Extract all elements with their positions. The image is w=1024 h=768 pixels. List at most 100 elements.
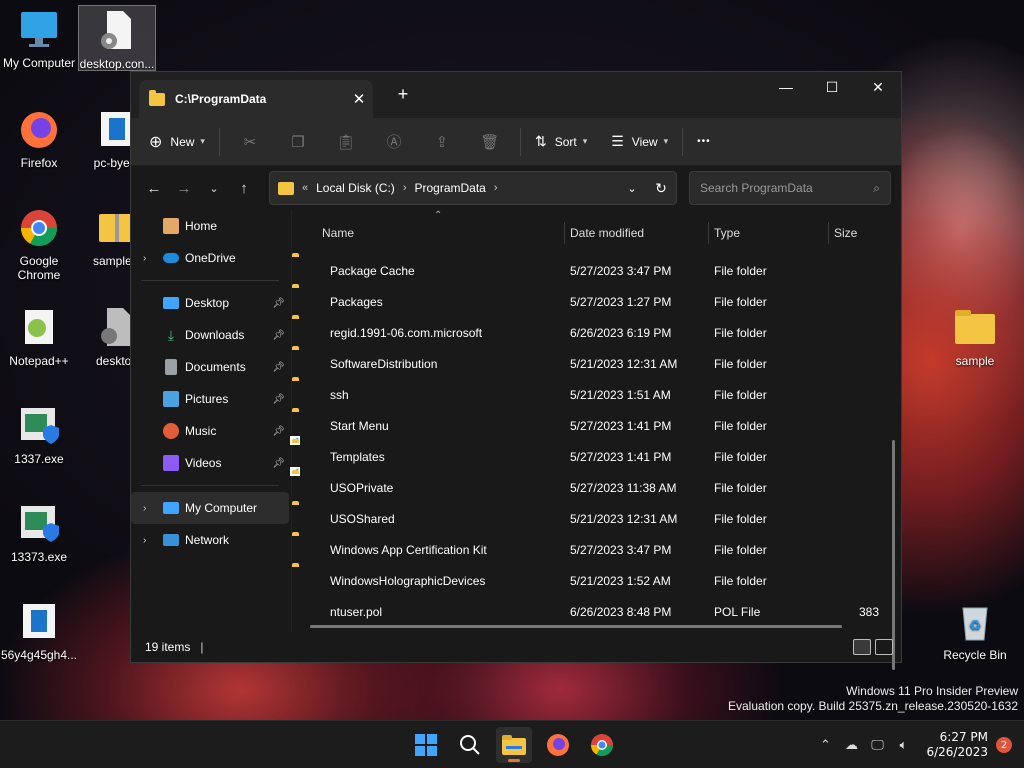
delete-icon[interactable]: 🗑︎: [474, 126, 506, 158]
column-divider[interactable]: [708, 222, 709, 244]
table-row[interactable]: SoftwareDistribution 5/21/2023 12:31 AM …: [292, 349, 901, 380]
sidebar-item-my-computer[interactable]: › My Computer: [131, 492, 289, 524]
table-row[interactable]: USOPrivate 5/27/2023 11:38 AM File folde…: [292, 473, 901, 504]
search-input[interactable]: Search ProgramData: [700, 181, 873, 195]
tab-close-button[interactable]: ✕: [345, 90, 373, 108]
sidebar-item-home[interactable]: Home: [131, 210, 289, 242]
desktop-icon-13373-exe[interactable]: 13373.exe: [0, 502, 78, 564]
horizontal-scrollbar[interactable]: [310, 625, 842, 628]
desktop-icon-notepadpp[interactable]: Notepad++: [0, 306, 78, 368]
recent-locations-chevron-icon[interactable]: ⌄: [199, 182, 229, 195]
table-row[interactable]: Windows App Certification Kit 5/27/2023 …: [292, 535, 901, 566]
table-row[interactable]: regid.1991-06.com.microsoft 6/26/2023 6:…: [292, 318, 901, 349]
column-header-date-modified[interactable]: Date modified: [570, 226, 644, 240]
sidebar-item-label: Pictures: [185, 392, 229, 406]
refresh-icon[interactable]: ↻: [646, 180, 676, 197]
table-row[interactable]: USOShared 5/21/2023 12:31 AM File folder: [292, 504, 901, 535]
column-header-name[interactable]: Name: [322, 226, 354, 240]
pin-icon[interactable]: 📌︎: [272, 426, 285, 437]
minimize-button[interactable]: —: [763, 72, 809, 102]
pin-icon[interactable]: 📌︎: [272, 362, 285, 373]
title-bar[interactable]: C:\ProgramData ✕ + — ☐ ✕: [131, 72, 901, 118]
address-bar[interactable]: « Local Disk (C:) › ProgramData › ⌄ ↻: [269, 171, 677, 205]
large-icons-view-icon[interactable]: [875, 639, 893, 655]
chevron-up-icon[interactable]: ⌃: [812, 738, 838, 753]
expand-chevron-icon[interactable]: ›: [143, 503, 146, 514]
sidebar-item-label: Network: [185, 533, 230, 547]
details-view-icon[interactable]: [853, 639, 871, 655]
firefox-icon[interactable]: [540, 727, 576, 763]
share-icon[interactable]: ⇪: [426, 126, 458, 158]
search-box[interactable]: Search ProgramData ⌕: [689, 171, 891, 205]
onedrive-offline-icon[interactable]: ☁: [838, 738, 864, 753]
column-header-size[interactable]: Size: [834, 226, 857, 240]
pin-icon[interactable]: 📌︎: [272, 394, 285, 405]
breadcrumb-local-disk[interactable]: Local Disk (C:): [316, 181, 395, 195]
file-date: 5/21/2023 12:31 AM: [570, 357, 678, 371]
desktop-icon-firefox[interactable]: Firefox: [0, 108, 78, 170]
sidebar-item-desktop[interactable]: Desktop 📌︎: [131, 287, 289, 319]
desktop-icon-label: 1337.exe: [14, 452, 64, 466]
paste-icon[interactable]: 📋︎: [330, 126, 362, 158]
sidebar-item-network[interactable]: › Network: [131, 524, 289, 556]
column-header-type[interactable]: Type: [714, 226, 740, 240]
table-row[interactable]: ntuser.pol 6/26/2023 8:48 PM POL File 38…: [292, 597, 901, 628]
rename-icon[interactable]: Ⓐ: [378, 126, 410, 158]
sort-button[interactable]: ⇅ Sort ▾: [527, 126, 595, 158]
desktop-icon-desktop-config[interactable]: desktop.con...: [78, 5, 156, 71]
desktop-icon-recycle-bin[interactable]: ♻ Recycle Bin: [936, 600, 1014, 662]
network-icon[interactable]: 🖵︎: [864, 738, 890, 753]
table-row[interactable]: Packages 5/27/2023 1:27 PM File folder: [292, 287, 901, 318]
view-button[interactable]: ☰ View ▾: [603, 126, 676, 158]
desktop-icon-label: sample: [955, 354, 995, 368]
table-row[interactable]: Package Cache 5/27/2023 3:47 PM File fol…: [292, 256, 901, 287]
table-row[interactable]: Start Menu 5/27/2023 1:41 PM File folder: [292, 411, 901, 442]
pin-icon[interactable]: 📌︎: [272, 330, 285, 341]
more-options-button[interactable]: •••: [689, 126, 719, 158]
desktop-icon-sample-folder[interactable]: sample: [936, 306, 1014, 368]
pin-icon[interactable]: 📌︎: [272, 298, 285, 309]
cut-icon[interactable]: ✂: [234, 126, 266, 158]
sidebar-item-pictures[interactable]: Pictures 📌︎: [131, 383, 289, 415]
file-type: File folder: [714, 512, 767, 526]
up-arrow-icon[interactable]: ↑: [229, 180, 259, 197]
view-icon: ☰: [611, 133, 624, 149]
new-tab-button[interactable]: +: [393, 84, 413, 105]
tab-programdata[interactable]: C:\ProgramData ✕: [139, 80, 373, 118]
file-explorer-icon[interactable]: [496, 727, 532, 763]
overflow-breadcrumb[interactable]: «: [302, 182, 308, 194]
close-button[interactable]: ✕: [855, 72, 901, 102]
start-icon[interactable]: [408, 727, 444, 763]
sidebar-item-documents[interactable]: Documents 📌︎: [131, 351, 289, 383]
expand-chevron-icon[interactable]: ›: [143, 253, 146, 264]
chrome-icon[interactable]: [584, 727, 620, 763]
desktop-icon-56y4g45gh4[interactable]: 56y4g45gh4...: [0, 600, 78, 662]
volume-icon[interactable]: 🔈︎: [890, 738, 916, 753]
sidebar-item-music[interactable]: Music 📌︎: [131, 415, 289, 447]
sidebar-item-onedrive[interactable]: › OneDrive: [131, 242, 289, 274]
clock[interactable]: 6:27 PM 6/26/2023: [926, 730, 988, 760]
column-divider[interactable]: [564, 222, 565, 244]
pin-icon[interactable]: 📌︎: [272, 458, 285, 469]
sort-icon: ⇅: [534, 133, 547, 149]
notification-badge[interactable]: 2: [996, 737, 1012, 753]
copy-icon[interactable]: ❐: [282, 126, 314, 158]
file-name: Templates: [330, 450, 385, 464]
new-button[interactable]: ⊕ New ▾: [141, 126, 213, 158]
address-history-chevron-icon[interactable]: ⌄: [618, 182, 646, 195]
forward-arrow-icon[interactable]: →: [169, 180, 199, 197]
column-divider[interactable]: [828, 222, 829, 244]
sidebar-item-videos[interactable]: Videos 📌︎: [131, 447, 289, 479]
sidebar-item-downloads[interactable]: ⤓ Downloads 📌︎: [131, 319, 289, 351]
table-row[interactable]: WindowsHolographicDevices 5/21/2023 1:52…: [292, 566, 901, 597]
desktop-icon-chrome[interactable]: Google Chrome: [0, 206, 78, 282]
table-row[interactable]: Templates 5/27/2023 1:41 PM File folder: [292, 442, 901, 473]
table-row[interactable]: ssh 5/21/2023 1:51 AM File folder: [292, 380, 901, 411]
back-arrow-icon[interactable]: ←: [139, 180, 169, 197]
desktop-icon-my-computer[interactable]: My Computer: [0, 8, 78, 70]
desktop-icon-1337-exe[interactable]: 1337.exe: [0, 404, 78, 466]
expand-chevron-icon[interactable]: ›: [143, 535, 146, 546]
breadcrumb-programdata[interactable]: ProgramData: [414, 181, 485, 195]
maximize-button[interactable]: ☐: [809, 72, 855, 102]
search-icon[interactable]: [452, 727, 488, 763]
